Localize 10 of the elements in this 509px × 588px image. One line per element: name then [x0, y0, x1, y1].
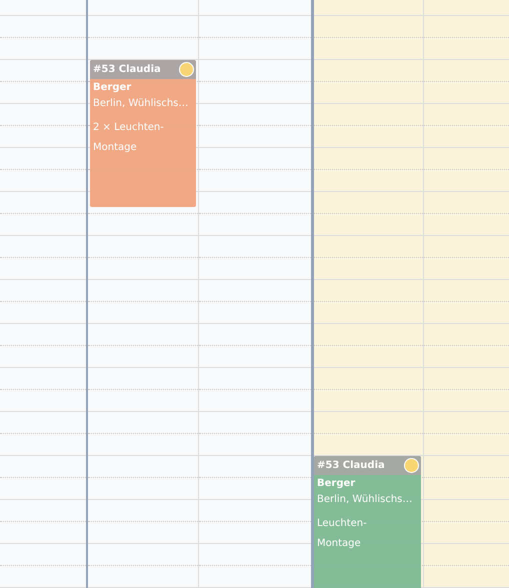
- event-name: Berger: [316, 477, 356, 489]
- event-title: #53 Claudia: [317, 460, 385, 471]
- event-name: Berger: [92, 81, 132, 93]
- event-card[interactable]: #53 Claudia Berger Berlin, Wühlischs… 2 × Leuchten-Montage: [90, 60, 196, 207]
- event-description: Leuchten-Montage: [316, 517, 368, 551]
- event-address: Berlin, Wühlischs…: [92, 97, 190, 109]
- event-card[interactable]: #53 Claudia Berger Berlin, Wühlischs… Leuchten-Montage: [314, 456, 421, 588]
- event-title: #53 Claudia: [93, 64, 161, 75]
- event-description: 2 × Leuchten-Montage: [92, 121, 165, 155]
- event-address: Berlin, Wühlischs…: [316, 493, 414, 505]
